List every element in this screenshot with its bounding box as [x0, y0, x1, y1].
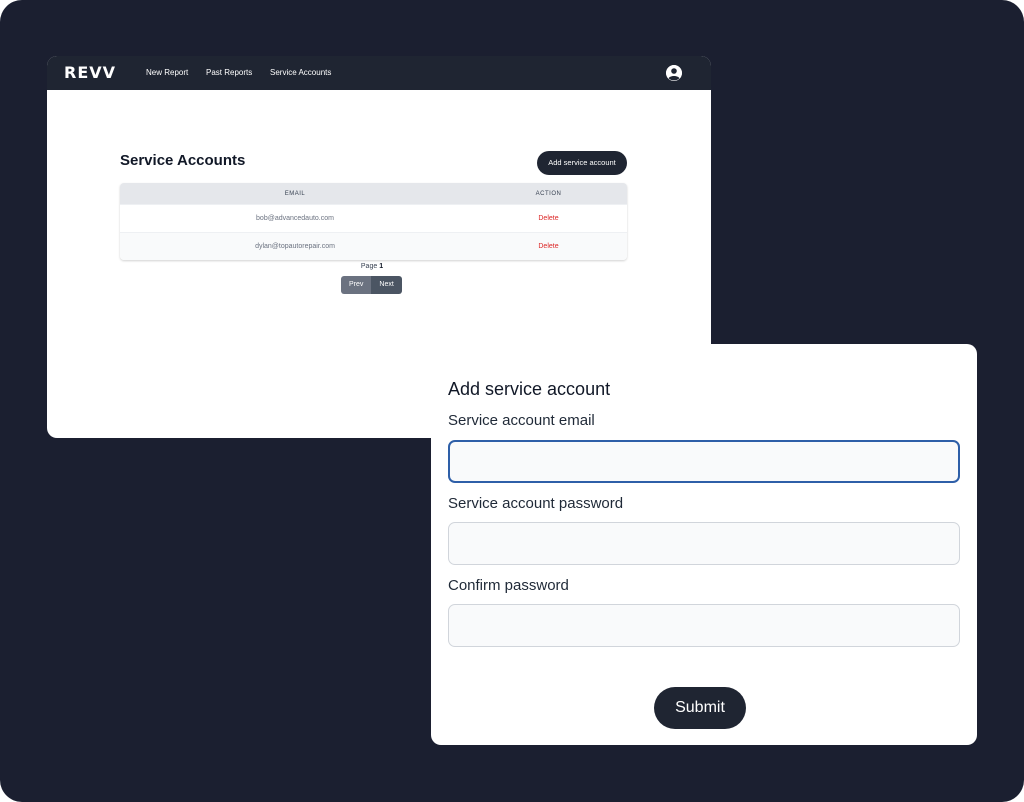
service-accounts-table: EMAIL ACTION bob@advancedauto.com Delete… [120, 183, 627, 260]
page-indicator: Page 1 [297, 263, 447, 270]
prev-button[interactable]: Prev [341, 276, 372, 294]
page-label: Page [360, 263, 378, 270]
confirm-password-field[interactable] [448, 604, 960, 647]
next-button[interactable]: Next [371, 276, 402, 294]
password-field-label: Service account password [448, 495, 624, 512]
table-header: EMAIL ACTION [120, 183, 627, 204]
add-service-account-modal: Add service account Service account emai… [431, 344, 977, 745]
add-service-account-button[interactable]: Add service account [537, 151, 627, 175]
row-email: dylan@topautorepair.com [255, 243, 335, 250]
email-field-label: Service account email [448, 412, 595, 429]
page-title: Service Accounts [120, 152, 246, 169]
nav-past-reports[interactable]: Past Reports [206, 68, 252, 78]
top-navbar: REVV New Report Past Reports Service Acc… [47, 56, 711, 90]
row-email: bob@advancedauto.com [256, 215, 334, 222]
revv-logo[interactable]: REVV [64, 65, 116, 81]
service-account-email-field[interactable] [448, 440, 960, 483]
nav-new-report[interactable]: New Report [146, 68, 188, 78]
confirm-password-field-label: Confirm password [448, 577, 569, 594]
delete-link[interactable]: Delete [470, 243, 627, 250]
modal-title: Add service account [448, 379, 611, 399]
nav-service-accounts[interactable]: Service Accounts [270, 68, 331, 78]
delete-link[interactable]: Delete [470, 215, 627, 222]
table-row: dylan@topautorepair.com Delete [120, 232, 627, 260]
service-account-password-field[interactable] [448, 522, 960, 565]
pagination-controls: Prev Next [341, 276, 402, 294]
user-circle-icon[interactable] [666, 65, 682, 81]
column-header-email: EMAIL [284, 190, 306, 197]
page-number: 1 [379, 263, 384, 270]
column-header-action: ACTION [535, 190, 562, 197]
table-row: bob@advancedauto.com Delete [120, 204, 627, 232]
submit-button[interactable]: Submit [654, 687, 746, 729]
